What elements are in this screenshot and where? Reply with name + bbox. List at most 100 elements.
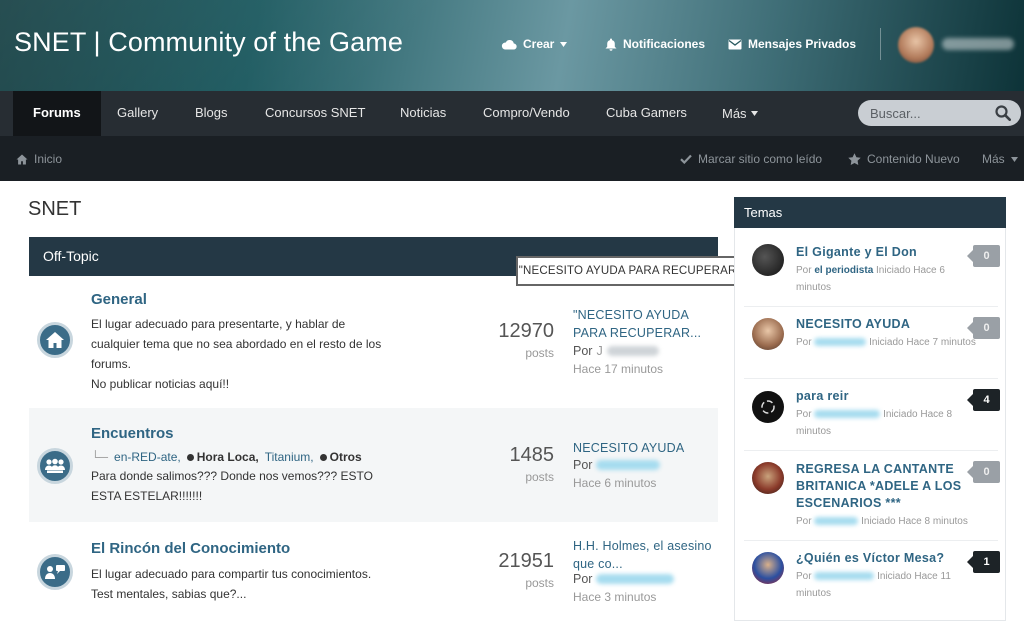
marcar-leido-link[interactable]: Marcar sitio como leído [680,152,822,166]
mensajes-link[interactable]: Mensajes Privados [728,37,856,51]
inicio-label: Inicio [34,152,63,166]
topic-author[interactable]: el periodista [814,265,873,276]
caret-down-icon [560,41,568,47]
meta-por: Por [796,571,812,582]
subforum-link[interactable]: Titanium, [265,450,314,464]
forum-unread-icon[interactable] [37,554,73,590]
nav-compro-vendo[interactable]: Compro/Vendo [483,91,570,136]
meta-por: Por [796,516,812,527]
bell-icon [605,38,617,51]
topic-author-blurred[interactable] [814,410,881,419]
topic-meta: Por el periodista Iniciado Hace 6 minuto… [796,262,976,296]
reply-count-badge: 0 [967,461,1000,483]
forum-description: El lugar adecuado para presentarte, y ha… [91,314,411,394]
sidebar-title: Temas [734,197,1006,228]
topic-avatar[interactable] [752,552,784,584]
subforum-link[interactable]: Hora Loca, [186,450,259,464]
nav-mas[interactable]: Más [722,91,758,136]
forum-row-general: General El lugar adecuado para presentar… [29,276,718,408]
topic-item[interactable]: El Gigante y El Don Por el periodista In… [734,236,1006,306]
topic-title[interactable]: NECESITO AYUDA [796,316,966,333]
topic-author-blurred[interactable] [814,517,859,526]
topic-title[interactable]: REGRESA LA CANTANTE BRITANICA *ADELE A L… [796,461,966,512]
divider [744,378,998,379]
nav-mas-label: Más [722,105,747,121]
caret-down-icon [1010,156,1018,162]
last-post-title[interactable]: "NECESITO AYUDA PARA RECUPERAR... [573,306,713,342]
cloud-icon [501,39,517,50]
nav-forums[interactable]: Forums [13,91,101,136]
por-label: Por [573,458,593,472]
topic-started: Iniciado Hace 7 minutos [869,337,976,348]
marcar-label: Marcar sitio como leído [698,152,823,166]
topic-author-blurred[interactable] [814,338,867,347]
topic-title[interactable]: para reir [796,388,966,405]
caret-down-icon [750,111,758,116]
topic-avatar[interactable] [752,462,784,494]
post-count-label: posts [525,576,554,590]
last-post-title[interactable]: NECESITO AYUDA [573,439,713,457]
topic-item[interactable]: ¿Quién es Víctor Mesa? Por Iniciado Hace… [734,542,1006,612]
contenido-nuevo-link[interactable]: Contenido Nuevo [848,152,960,166]
forum-row-conocimiento: El Rincón del Conocimiento El lugar adec… [29,522,718,621]
search-icon[interactable] [995,105,1011,121]
mensajes-label: Mensajes Privados [748,37,857,51]
forum-title-conocimiento[interactable]: El Rincón del Conocimiento [91,540,290,557]
subforum-link[interactable]: Otros [319,450,362,464]
last-post-author[interactable]: Por [573,572,675,586]
topic-avatar[interactable] [752,244,784,276]
topic-avatar[interactable] [752,318,784,350]
desc-line: cualquier tema que no sea abordado en el… [91,337,382,351]
author-blurred [596,460,661,470]
house-icon [46,332,64,348]
crear-menu[interactable]: Crear [501,37,568,51]
nav-gallery[interactable]: Gallery [117,91,158,136]
topic-avatar[interactable] [752,391,784,423]
topic-title[interactable]: El Gigante y El Don [796,244,966,261]
reply-count-badge: 0 [967,317,1000,339]
forum-unread-icon[interactable] [37,448,73,484]
post-count-label: posts [525,470,554,484]
last-post-time: Hace 17 minutos [573,362,664,376]
notificaciones-label: Notificaciones [623,37,706,51]
topic-meta: Por Iniciado Hace 11 minutos [796,568,976,602]
last-post-author[interactable]: Por J [573,344,659,358]
notificaciones-link[interactable]: Notificaciones [605,37,705,51]
group-icon [45,458,65,473]
post-count: 1485 [509,444,555,466]
forum-row-encuentros: Encuentros └─ en-RED-ate, Hora Loca, Tit… [29,408,718,522]
forum-title-general[interactable]: General [91,291,147,308]
topic-started: Iniciado Hace 8 minutos [861,516,968,527]
topic-title[interactable]: ¿Quién es Víctor Mesa? [796,550,966,567]
forum-title-encuentros[interactable]: Encuentros [91,425,174,442]
nav-concursos[interactable]: Concursos SNET [265,91,365,136]
home-icon [16,154,28,164]
last-post-title[interactable]: H.H. Holmes, el asesino que co... [573,537,713,573]
subnav-mas[interactable]: Más [982,152,1018,166]
last-post-author[interactable]: Por [573,458,661,472]
breadcrumb-inicio[interactable]: Inicio [16,152,62,166]
circle-logo-icon [761,400,775,414]
site-title[interactable]: SNET | Community of the Game [14,27,403,58]
nav-noticias[interactable]: Noticias [400,91,446,136]
forum-unread-icon[interactable] [37,322,73,358]
last-post-time: Hace 6 minutos [573,476,657,490]
por-label: Por [573,572,593,586]
author-blurred [596,574,675,584]
meta-por: Por [796,409,812,420]
user-avatar[interactable] [898,27,934,63]
desc-line: forums. [91,357,132,371]
user-name-blurred[interactable] [942,38,1014,50]
post-count-label: posts [525,346,554,360]
nav-cuba-gamers[interactable]: Cuba Gamers [606,91,687,136]
topic-item[interactable]: REGRESA LA CANTANTE BRITANICA *ADELE A L… [734,452,1006,540]
subnav-mas-label: Más [982,152,1005,166]
desc-line: Test mentales, sabias que?... [91,587,247,601]
last-post-time: Hace 3 minutos [573,590,657,604]
subforum-link[interactable]: en-RED-ate, [114,450,181,464]
desc-line: No publicar noticias aquí!! [91,377,230,391]
nav-blogs[interactable]: Blogs [195,91,228,136]
topic-item[interactable]: NECESITO AYUDA Por Iniciado Hace 7 minut… [734,308,1006,378]
topic-author-blurred[interactable] [814,572,875,581]
topic-item[interactable]: para reir Por Iniciado Hace 8 minutos 4 [734,380,1006,450]
